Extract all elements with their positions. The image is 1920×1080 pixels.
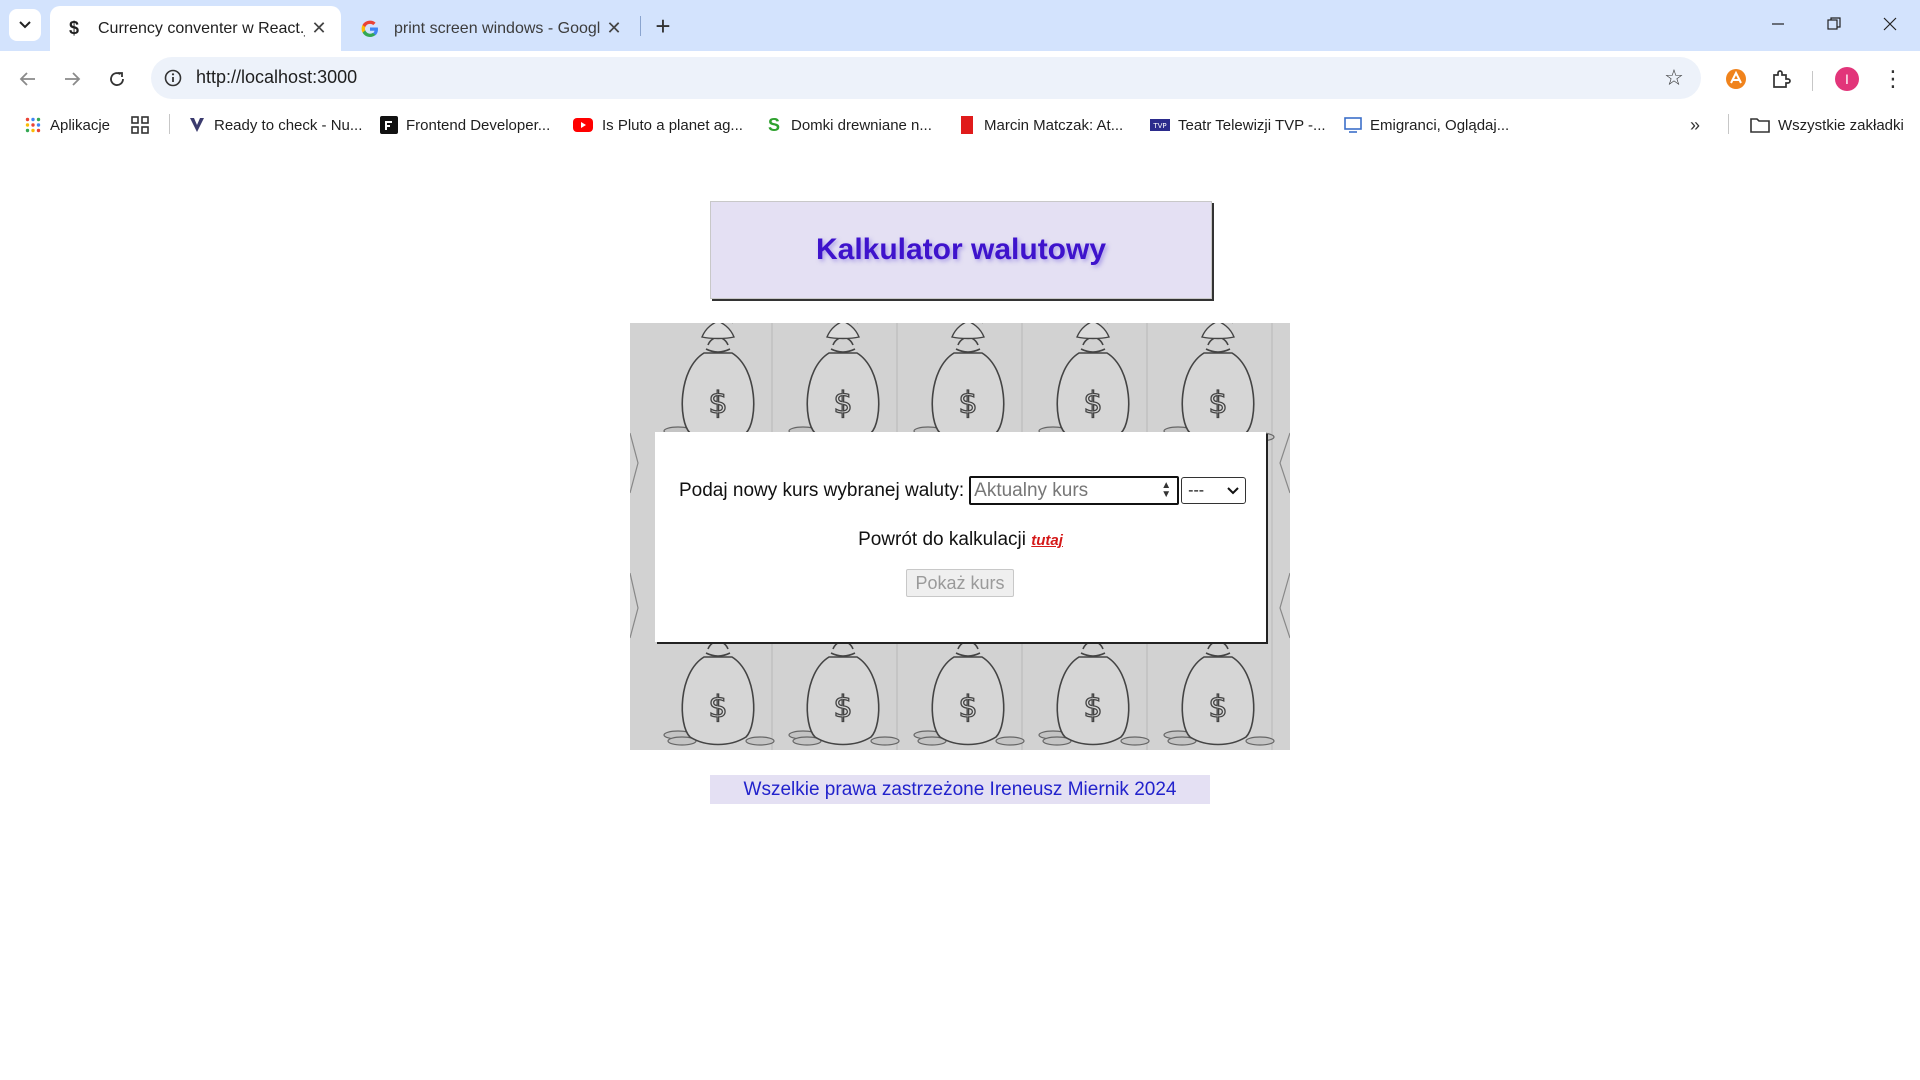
page-title: Kalkulator walutowy <box>815 233 1107 266</box>
bookmark-grid[interactable] <box>131 113 157 137</box>
new-tab-button[interactable]: + <box>648 11 678 41</box>
bookmark-teatr-tvp[interactable]: TVP Teatr Telewizji TVP -... <box>1150 113 1326 137</box>
arrow-right-icon <box>65 72 81 86</box>
reload-button[interactable] <box>99 61 135 97</box>
tab-separator <box>640 16 641 36</box>
restore-button[interactable] <box>1806 0 1862 48</box>
page-footer: Wszelkie prawa zastrzeżone Ireneusz Mier… <box>710 775 1210 804</box>
bookmark-domki[interactable]: S Domki drewniane n... <box>765 113 932 137</box>
restore-icon <box>1827 17 1841 30</box>
tab-title: Currency conventer w React.js <box>98 19 305 37</box>
bookmark-marcin-matczak[interactable]: Marcin Matczak: At... <box>958 113 1123 137</box>
google-favicon-icon <box>360 19 380 39</box>
tab-search-button[interactable] <box>9 9 41 41</box>
close-window-button[interactable] <box>1862 0 1918 48</box>
extension-orange-icon[interactable] <box>1722 65 1750 93</box>
number-spinner-icon[interactable]: ▲ ▼ <box>1161 481 1171 500</box>
back-button[interactable] <box>10 61 46 97</box>
chevron-down-icon <box>19 21 31 29</box>
rate-input[interactable]: Aktualny kurs ▲ ▼ <box>969 476 1180 505</box>
page-content: Kalkulator walutowy Podaj nowy kurs wybr… <box>0 143 1920 1080</box>
red-bookmark-icon <box>958 116 976 134</box>
currency-select[interactable]: --- <box>1181 477 1247 504</box>
close-tab-icon[interactable]: ✕ <box>305 15 333 43</box>
bookmark-emigranci[interactable]: Emigranci, Oglądaj... <box>1344 113 1509 137</box>
back-link[interactable]: tutaj <box>1031 532 1063 549</box>
bookmark-pluto[interactable]: Is Pluto a planet ag... <box>572 113 743 137</box>
back-to-calculation-row: Powrót do kalkulacji tutaj <box>655 529 1266 551</box>
bookmark-star-icon[interactable]: ☆ <box>1661 65 1687 91</box>
bookmark-label: Emigranci, Oglądaj... <box>1370 116 1510 134</box>
menu-kebab-icon[interactable]: ⋮ <box>1879 65 1907 93</box>
rate-form-card: Podaj nowy kurs wybranej waluty: Aktualn… <box>655 432 1266 642</box>
youtube-icon <box>572 116 594 134</box>
dollar-favicon-icon: $ <box>68 18 79 38</box>
all-bookmarks-folder[interactable]: Wszystkie zakładki <box>1750 113 1904 137</box>
bookmark-apps[interactable]: Aplikacje <box>24 113 110 137</box>
bookmark-separator <box>169 114 170 134</box>
browser-toolbar: http://localhost:3000 ☆ I ⋮ <box>0 51 1920 107</box>
vod-icon <box>1344 116 1362 134</box>
tab-google-search[interactable]: print screen windows - Google ✕ <box>346 6 636 51</box>
bookmarks-bar: Aplikacje Ready to check - Nu... Fronten… <box>0 107 1920 143</box>
minimize-icon <box>1772 23 1784 25</box>
rate-label: Podaj nowy kurs wybranej waluty: <box>679 479 965 501</box>
bookmark-label: Wszystkie zakładki <box>1778 116 1904 134</box>
address-bar[interactable]: http://localhost:3000 ☆ <box>151 57 1701 99</box>
shield-icon <box>188 116 206 134</box>
minimize-button[interactable] <box>1750 0 1806 48</box>
forward-button[interactable] <box>54 61 90 97</box>
back-text: Powrót do kalkulacji <box>858 529 1026 550</box>
extensions-puzzle-icon[interactable] <box>1767 65 1795 93</box>
bookmark-label: Is Pluto a planet ag... <box>602 116 743 134</box>
show-rate-button[interactable]: Pokaż kurs <box>906 569 1014 597</box>
apps-grid-icon <box>24 116 42 134</box>
page-header: Kalkulator walutowy <box>710 201 1212 299</box>
more-bookmarks-button[interactable]: » <box>1690 113 1700 137</box>
toolbar-separator <box>1812 71 1813 91</box>
rate-form-row: Podaj nowy kurs wybranej waluty: Aktualn… <box>679 476 1247 505</box>
folder-icon <box>1750 116 1770 134</box>
url-text: http://localhost:3000 <box>196 67 358 87</box>
bookmark-ready-to-check[interactable]: Ready to check - Nu... <box>188 113 362 137</box>
close-tab-icon[interactable]: ✕ <box>600 15 628 43</box>
rate-input-placeholder: Aktualny kurs <box>974 479 1089 501</box>
bookmark-label: Teatr Telewizji TVP -... <box>1178 116 1326 134</box>
tab-strip: $ Currency conventer w React.js ✕ print … <box>0 0 1920 51</box>
tvp-icon: TVP <box>1150 116 1170 134</box>
reload-icon <box>110 72 124 86</box>
grid-icon <box>131 116 149 134</box>
bookmark-label: Aplikacje <box>50 116 111 134</box>
bookmark-label: Ready to check - Nu... <box>214 116 363 134</box>
f-logo-icon <box>380 116 398 134</box>
s-logo-icon: S <box>767 114 780 135</box>
arrow-left-icon <box>19 72 35 86</box>
currency-select-value: --- <box>1188 481 1205 499</box>
bookmark-label: Domki drewniane n... <box>791 116 932 134</box>
bookmark-frontend-developer[interactable]: Frontend Developer... <box>380 113 550 137</box>
tab-title: print screen windows - Google <box>394 19 600 37</box>
bookmark-label: Frontend Developer... <box>406 116 551 134</box>
bookmark-label: Marcin Matczak: At... <box>984 116 1124 134</box>
bookmark-separator <box>1728 114 1729 134</box>
site-info-icon[interactable] <box>161 66 185 90</box>
chevron-down-icon <box>1227 486 1239 494</box>
svg-text:TVP: TVP <box>1152 122 1166 130</box>
profile-avatar[interactable]: I <box>1833 65 1861 93</box>
tab-currency-converter[interactable]: $ Currency conventer w React.js ✕ <box>50 6 341 51</box>
close-icon <box>1883 17 1897 31</box>
